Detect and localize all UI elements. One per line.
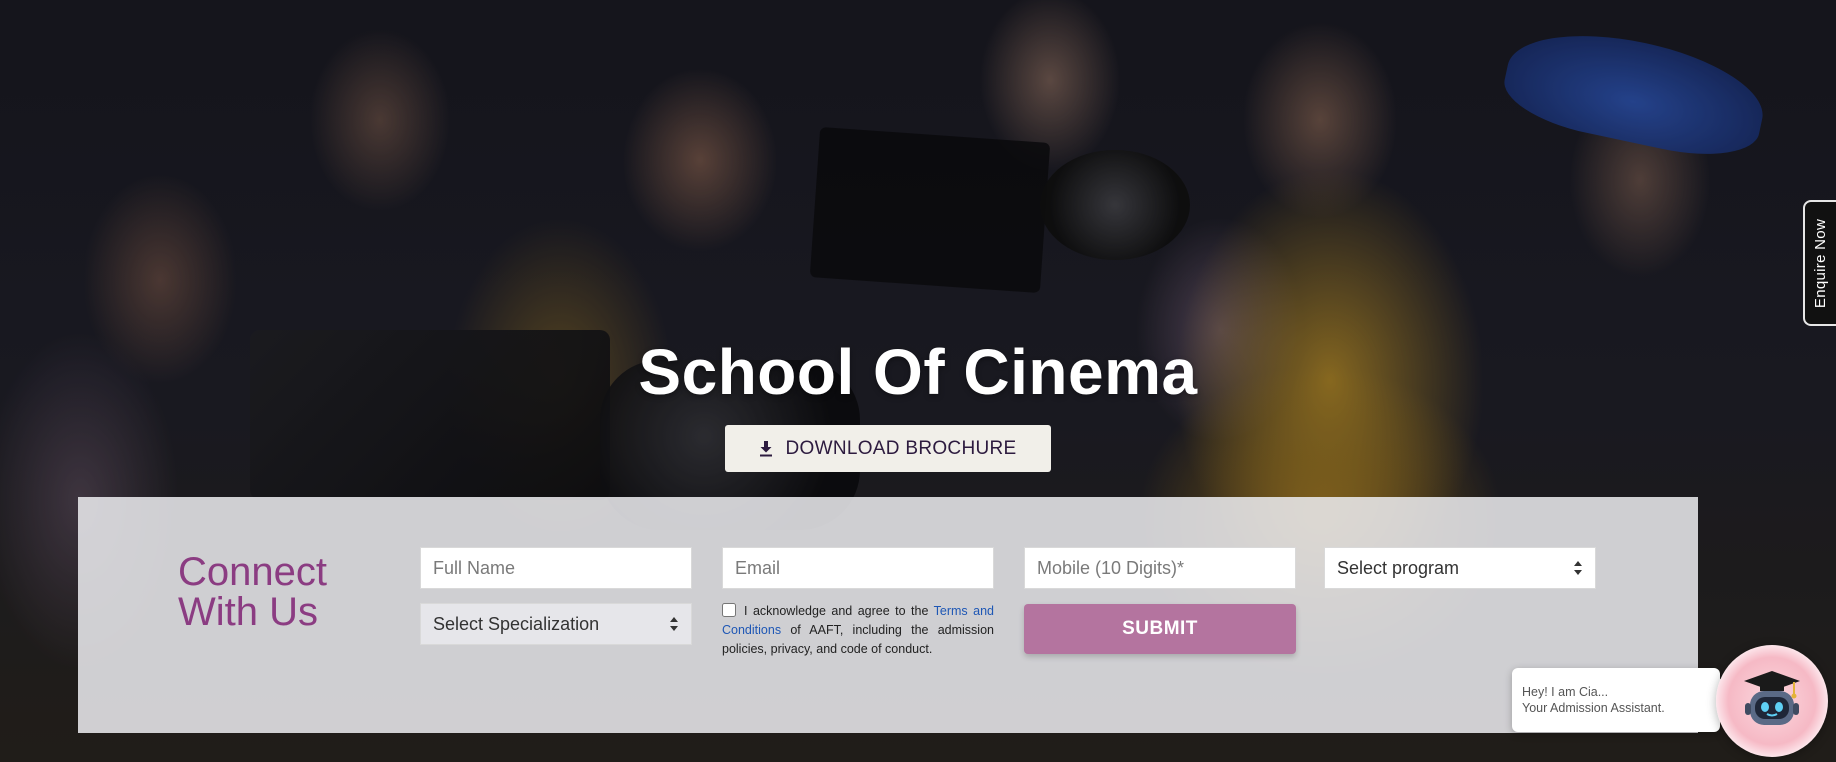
submit-button[interactable]: SUBMIT — [1024, 604, 1296, 654]
specialization-select[interactable]: Select Specialization — [420, 603, 692, 645]
mobile-input[interactable] — [1024, 547, 1296, 589]
enquire-now-tab[interactable]: Enquire Now — [1803, 200, 1836, 326]
program-select[interactable]: Select program — [1324, 547, 1596, 589]
select-arrows-icon — [670, 617, 678, 631]
enquire-now-label: Enquire Now — [1812, 218, 1830, 308]
acknowledgement-text: I acknowledge and agree to the Terms and… — [722, 602, 994, 659]
email-input[interactable] — [722, 547, 994, 589]
program-select-value: Select program — [1337, 557, 1460, 578]
chat-assistant-button[interactable] — [1716, 645, 1828, 757]
form-heading-line2: With Us — [178, 590, 318, 634]
chat-greeting-bubble[interactable]: Hey! I am Cia... Your Admission Assistan… — [1512, 668, 1730, 732]
robot-graduate-icon — [1744, 671, 1800, 725]
full-name-input[interactable] — [420, 547, 692, 589]
form-heading: Connect With Us — [178, 552, 398, 632]
ack-text-before: I acknowledge and agree to the — [744, 604, 929, 618]
connect-form-panel: Connect With Us Select program Select Sp… — [78, 497, 1698, 733]
terms-checkbox[interactable] — [722, 603, 736, 617]
page-title: School Of Cinema — [638, 336, 1198, 408]
download-brochure-label: DOWNLOAD BROCHURE — [785, 437, 1017, 459]
download-brochure-button[interactable]: DOWNLOAD BROCHURE — [725, 425, 1051, 472]
download-icon — [760, 440, 773, 456]
chat-greeting-line1: Hey! I am Cia... — [1522, 685, 1609, 699]
chat-greeting-line2: Your Admission Assistant. — [1522, 701, 1665, 715]
form-heading-line1: Connect — [178, 550, 327, 594]
select-arrows-icon — [1574, 561, 1582, 575]
specialization-select-value: Select Specialization — [433, 613, 600, 634]
